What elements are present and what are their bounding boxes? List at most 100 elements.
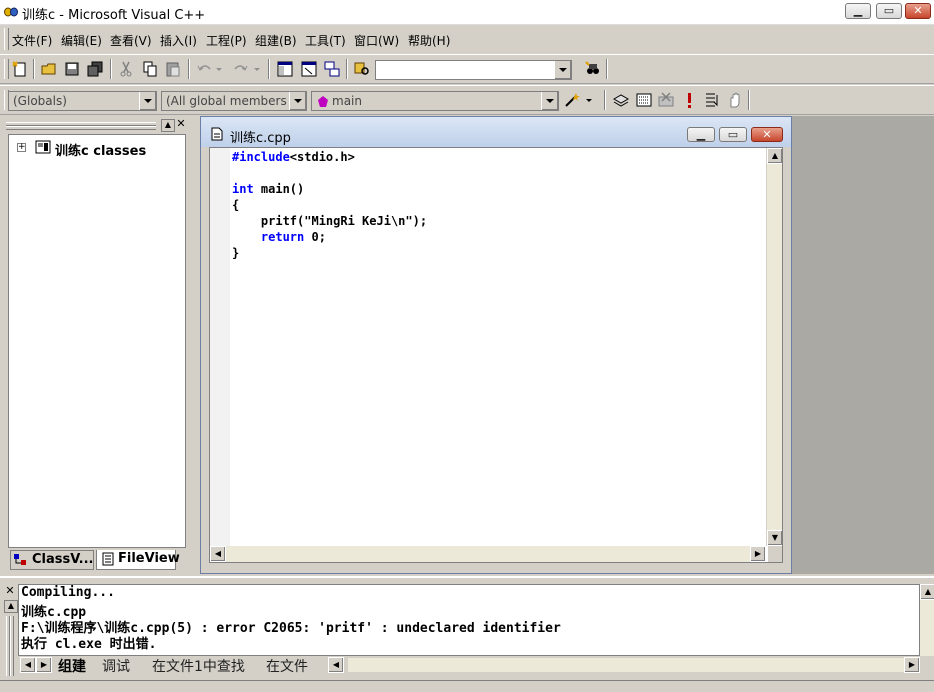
new-file-icon[interactable]	[11, 60, 29, 78]
panel-close-icon[interactable]: ✕	[175, 118, 187, 130]
paste-icon[interactable]	[164, 60, 182, 78]
scroll-right-icon[interactable]: ▶	[750, 546, 766, 562]
scroll-up-icon[interactable]: ▲	[767, 148, 782, 164]
compile-icon[interactable]	[612, 91, 630, 109]
tab-fileview-label: FileView	[118, 551, 180, 566]
redo-icon[interactable]	[231, 60, 249, 78]
title-bar: 训练c - Microsoft Visual C++ ▁ ▭ ✕	[0, 0, 934, 25]
mdi-background	[792, 116, 934, 574]
editor-horizontal-scrollbar[interactable]: ◀ ▶	[210, 546, 766, 562]
breakpoint-hand-icon[interactable]	[726, 91, 744, 109]
editor-gutter[interactable]	[210, 148, 230, 562]
menu-help[interactable]: 帮助(H)	[408, 32, 450, 49]
restore-button[interactable]: ▭	[876, 3, 902, 19]
members-combo-value: (All global members	[166, 94, 287, 108]
tab-find-in-files-2[interactable]: 在文件	[266, 656, 308, 675]
find-combo[interactable]	[375, 60, 572, 80]
editor-window: 训练c.cpp ▁ ▭ ✕ #include<stdio.h> int main…	[200, 116, 792, 574]
panel-grip[interactable]	[6, 126, 156, 130]
menu-file[interactable]: 文件(F)	[12, 32, 52, 49]
output-line: 执行 cl.exe 时出错.	[21, 637, 157, 652]
tab-find-in-files-1[interactable]: 在文件1中查找	[152, 656, 245, 675]
menu-build[interactable]: 组建(B)	[255, 32, 297, 49]
find-in-files-icon[interactable]	[353, 60, 371, 78]
go-debug-icon[interactable]	[703, 91, 721, 109]
tab-scroll-left-icon[interactable]: ◀	[20, 657, 36, 673]
resize-grip-icon[interactable]	[768, 546, 782, 562]
code-line: }	[232, 246, 240, 260]
restore-icon: ▭	[883, 4, 895, 17]
menu-bar: 文件(F) 编辑(E) 查看(V) 插入(I) 工程(P) 组建(B) 工具(T…	[0, 26, 934, 52]
scroll-down-icon[interactable]: ▼	[767, 530, 782, 546]
find-binoculars-icon[interactable]	[584, 60, 602, 78]
globals-combo[interactable]: (Globals)	[8, 91, 157, 111]
menu-view[interactable]: 查看(V)	[110, 32, 152, 49]
redo-dropdown-icon[interactable]	[254, 68, 260, 71]
output-text[interactable]: Compiling... 训练c.cpp F:\训练程序\训练c.cpp(5) …	[18, 584, 920, 656]
execute-icon[interactable]	[680, 91, 698, 109]
output-horizontal-scrollbar[interactable]	[348, 658, 904, 672]
copy-icon[interactable]	[141, 60, 159, 78]
cut-icon[interactable]	[117, 60, 135, 78]
open-folder-icon[interactable]	[40, 60, 58, 78]
chevron-down-icon[interactable]	[554, 61, 571, 79]
chevron-down-icon[interactable]	[139, 92, 156, 110]
scroll-right-icon[interactable]: ▶	[904, 657, 920, 673]
menu-project[interactable]: 工程(P)	[206, 32, 247, 49]
save-icon[interactable]	[63, 60, 81, 78]
close-icon: ✕	[762, 128, 772, 141]
workspace-window-icon[interactable]	[276, 60, 294, 78]
class-view-tree[interactable]: + 训练c classes	[8, 134, 186, 548]
menu-grip[interactable]	[4, 28, 9, 50]
tab-fileview[interactable]: FileView	[96, 550, 180, 570]
chevron-down-icon[interactable]	[289, 92, 306, 110]
undo-icon[interactable]	[196, 60, 214, 78]
wizard-wand-icon[interactable]	[563, 91, 581, 109]
minimize-button[interactable]: ▁	[845, 3, 871, 19]
menu-window[interactable]: 窗口(W)	[354, 32, 399, 49]
close-button[interactable]: ✕	[905, 3, 931, 19]
menu-edit[interactable]: 编辑(E)	[61, 32, 102, 49]
save-all-icon[interactable]	[86, 60, 104, 78]
stop-build-icon[interactable]	[657, 91, 675, 109]
doc-minimize-button[interactable]: ▁	[687, 127, 715, 142]
restore-icon: ▭	[727, 128, 739, 141]
separator	[606, 59, 608, 79]
output-tabs: ◀ ▶ 组建 调试 在文件1中查找 在文件 ◀ ▶	[18, 656, 920, 676]
output-window-icon[interactable]	[300, 60, 318, 78]
tab-scroll-icon[interactable]: ◀	[328, 657, 344, 673]
function-combo-value: main	[332, 94, 362, 108]
wizard-toolbar: (Globals) (All global members main	[0, 85, 934, 115]
scroll-up-icon[interactable]: ▲	[920, 584, 934, 600]
code-editor[interactable]: #include<stdio.h> int main() { pritf("Mi…	[209, 147, 783, 563]
build-icon[interactable]	[635, 91, 653, 109]
tree-root-label[interactable]: 训练c classes	[55, 140, 146, 159]
members-combo[interactable]: (All global members	[161, 91, 307, 111]
wizard-dropdown-icon[interactable]	[586, 99, 592, 102]
separator	[188, 59, 190, 79]
expand-icon[interactable]: +	[17, 143, 26, 152]
undo-dropdown-icon[interactable]	[216, 68, 222, 71]
doc-restore-button[interactable]: ▭	[719, 127, 747, 142]
panel-grip[interactable]	[10, 616, 14, 676]
window-list-icon[interactable]	[323, 60, 341, 78]
toolbar-grip[interactable]	[4, 59, 9, 79]
menu-insert[interactable]: 插入(I)	[160, 32, 197, 49]
separator	[748, 90, 750, 110]
globals-combo-value: (Globals)	[13, 94, 67, 108]
tab-classview[interactable]: ClassV...	[10, 550, 94, 570]
chevron-down-icon[interactable]	[541, 92, 558, 110]
doc-close-button[interactable]: ✕	[751, 127, 783, 142]
tab-scroll-right-icon[interactable]: ▶	[36, 657, 52, 673]
editor-vertical-scrollbar[interactable]: ▲ ▼	[766, 148, 782, 546]
output-close-icon[interactable]: ✕	[4, 585, 16, 597]
function-combo[interactable]: main	[311, 91, 559, 111]
output-vertical-scrollbar[interactable]: ▲	[920, 584, 934, 656]
tab-debug[interactable]: 调试	[102, 656, 130, 675]
scroll-left-icon[interactable]: ◀	[210, 546, 226, 562]
tab-build[interactable]: 组建	[58, 656, 86, 675]
menu-tools[interactable]: 工具(T)	[305, 32, 346, 49]
editor-title-bar[interactable]: 训练c.cpp ▁ ▭ ✕	[201, 117, 791, 147]
panel-maximize-icon[interactable]: ▲	[161, 119, 175, 132]
output-maximize-icon[interactable]: ▲	[4, 600, 18, 613]
